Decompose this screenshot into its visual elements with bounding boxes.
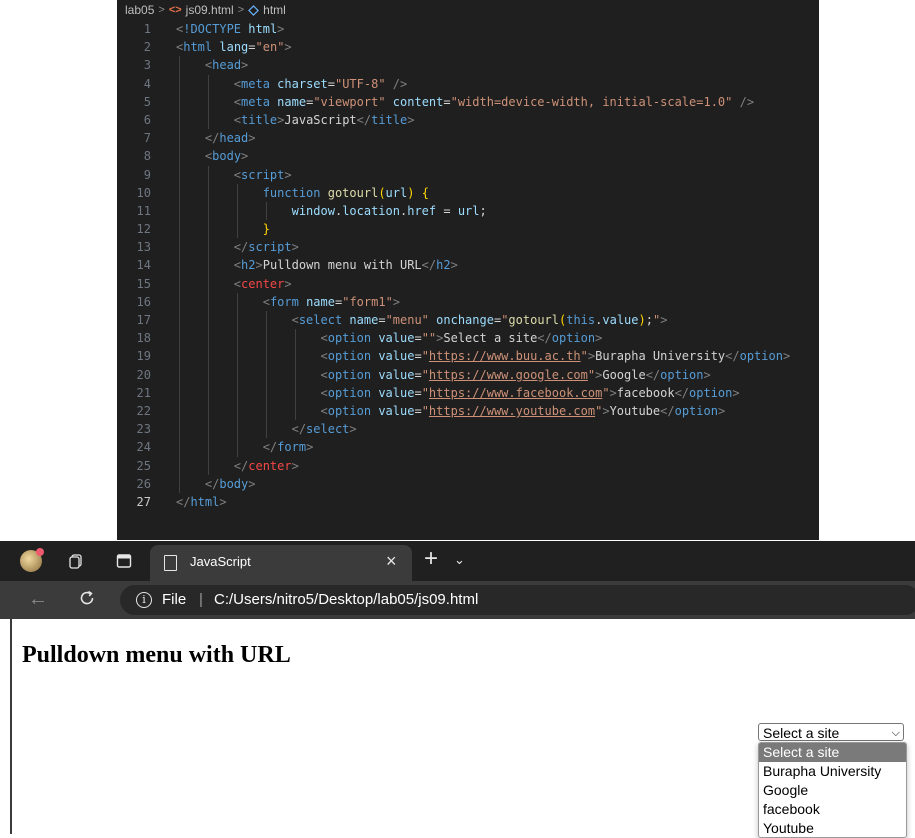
code-line: 17 <select name="menu" onchange="gotourl… (117, 311, 819, 330)
code-line: 24 </form> (117, 438, 819, 457)
code-line: 18 <option value="">Select a site</optio… (117, 329, 819, 348)
code-line: 16 <form name="form1"> (117, 292, 819, 311)
chevron-down-icon[interactable]: ⌄ (454, 552, 465, 568)
code-line: 12 } (117, 220, 819, 239)
tab-bar: JavaScript × + ⌄ (0, 541, 915, 581)
code-line: 15 <center> (117, 274, 819, 293)
breadcrumb: lab05 > <> js09.html > html (117, 0, 819, 20)
page-icon (164, 555, 177, 571)
symbol-icon (248, 4, 260, 16)
code-line: 4 <meta charset="UTF-8" /> (117, 74, 819, 93)
code-line: 23 </select> (117, 420, 819, 439)
tab-title: JavaScript (190, 554, 251, 569)
code-editor[interactable]: lab05 > <> js09.html > html 1 <!DOCTYPE h… (117, 0, 819, 540)
tab-actions-icon[interactable] (116, 553, 132, 569)
code-line: 5 <meta name="viewport" content="width=d… (117, 92, 819, 111)
chevron-right-icon: > (237, 4, 245, 16)
code-line: 25 </center> (117, 456, 819, 475)
notification-dot (36, 548, 44, 556)
code-line: 21 <option value="https://www.facebook.c… (117, 383, 819, 402)
reload-icon[interactable] (78, 589, 96, 607)
close-icon[interactable]: × (386, 551, 397, 571)
code-line: 26 </body> (117, 474, 819, 493)
code-line: 7 </head> (117, 129, 819, 148)
option-facebook[interactable]: facebook (759, 800, 906, 819)
code-line: 2 <html lang="en"> (143, 40, 292, 55)
breadcrumb-folder[interactable]: lab05 (125, 3, 154, 17)
select-value: Select a site (763, 725, 840, 741)
breadcrumb-file[interactable]: js09.html (186, 3, 234, 17)
code-line: 20 <option value="https://www.google.com… (117, 365, 819, 384)
info-icon[interactable]: i (136, 592, 152, 608)
html-file-icon: <> (168, 4, 182, 16)
code-line: 6 <title>JavaScript</title> (117, 110, 819, 130)
new-tab-icon[interactable]: + (424, 547, 438, 571)
divider: | (199, 591, 203, 608)
back-arrow-icon[interactable]: ← (28, 589, 48, 609)
breadcrumb-symbol[interactable]: html (263, 3, 286, 17)
site-select[interactable]: Select a site ⌵ (758, 723, 904, 741)
code-line: 11 window.location.href = url; (117, 201, 819, 221)
page-heading: Pulldown menu with URL (22, 642, 291, 668)
option-youtube[interactable]: Youtube (759, 819, 906, 837)
workspaces-icon[interactable] (68, 553, 84, 569)
omnibox[interactable]: i File | C:/Users/nitro5/Desktop/lab05/j… (120, 585, 915, 615)
code-line: 1 <!DOCTYPE html> (143, 22, 285, 36)
select-dropdown-list: Select a site Burapha University Google … (758, 742, 907, 838)
url-text[interactable]: C:/Users/nitro5/Desktop/lab05/js09.html (214, 591, 478, 608)
code-line: 19 <option value="https://www.buu.ac.th"… (117, 347, 819, 366)
code-line: 22 <option value="https://www.youtube.co… (117, 401, 819, 421)
file-label: File (162, 591, 187, 608)
address-bar: ← i File | C:/Users/nitro5/Desktop/lab05… (0, 581, 915, 619)
code-line: 14 <h2>Pulldown menu with URL</h2> (117, 256, 819, 275)
code-line: 10 function gotourl(url) { (117, 183, 819, 202)
code-line: 13 </script> (117, 238, 819, 257)
browser-window: JavaScript × + ⌄ ← i File | C:/Users/nit… (0, 541, 915, 838)
chevron-down-icon: ⌵ (891, 727, 900, 739)
code-line-current: 27 </html> (136, 494, 227, 509)
code-lines: 1 <!DOCTYPE html> 2 <html lang="en"> 3 <he… (117, 20, 819, 511)
option-select-a-site[interactable]: Select a site (759, 743, 906, 762)
code-line: 9 <script> (117, 165, 819, 184)
option-google[interactable]: Google (759, 781, 906, 800)
tab-javascript[interactable]: JavaScript × (150, 545, 412, 581)
option-burapha-university[interactable]: Burapha University (759, 762, 906, 781)
chevron-right-icon: > (158, 4, 165, 16)
page-viewport: Pulldown menu with URL Select a site ⌵ S… (10, 619, 915, 838)
code-line: 8 <body> (117, 147, 819, 166)
code-line: 3 <head> (117, 56, 819, 75)
